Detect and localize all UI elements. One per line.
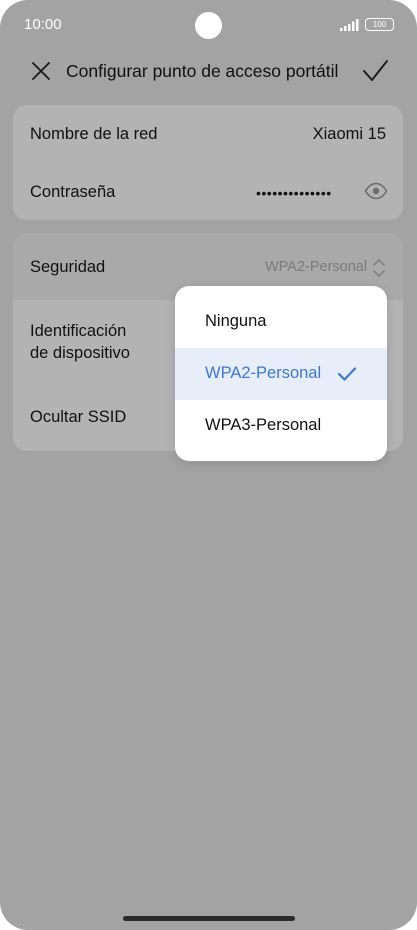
battery-icon: 100 — [365, 18, 394, 31]
home-indicator[interactable] — [123, 916, 295, 921]
option-label: Ninguna — [205, 312, 267, 330]
device-id-label-line1: Identificación — [30, 322, 127, 340]
network-name-value: Xiaomi 15 — [312, 125, 386, 143]
option-wpa3-personal[interactable]: WPA3-Personal — [175, 400, 387, 452]
signal-icon — [340, 19, 359, 31]
camera-cutout — [195, 12, 222, 39]
confirm-check-icon[interactable] — [361, 58, 389, 84]
security-dropdown-menu: Ninguna WPA2-Personal WPA3-Personal — [175, 286, 387, 461]
network-name-label: Nombre de la red — [30, 125, 158, 143]
option-label: WPA3-Personal — [205, 416, 322, 434]
hide-ssid-label: Ocultar SSID — [30, 408, 127, 426]
security-label: Seguridad — [30, 258, 106, 276]
option-ninguna[interactable]: Ninguna — [175, 296, 387, 348]
status-time: 10:00 — [24, 16, 62, 33]
selected-check-icon — [337, 367, 357, 381]
page-title: Configurar punto de acceso portátil — [66, 61, 339, 81]
phone-screen: 10:00 100 Configurar punto de acceso por… — [0, 0, 417, 930]
network-card: Nombre de la red Xiaomi 15 Contraseña ••… — [13, 105, 403, 220]
security-value: WPA2-Personal — [265, 259, 368, 275]
password-label: Contraseña — [30, 183, 116, 201]
option-wpa2-personal[interactable]: WPA2-Personal — [175, 348, 387, 400]
device-id-label-line2: de dispositivo — [30, 344, 130, 362]
battery-level: 100 — [372, 20, 387, 29]
show-password-eye-icon[interactable] — [364, 182, 388, 200]
option-label: WPA2-Personal — [205, 364, 322, 382]
chevron-updown-icon — [373, 259, 385, 277]
close-icon[interactable] — [30, 60, 52, 82]
password-value: •••••••••••••• — [256, 185, 332, 201]
